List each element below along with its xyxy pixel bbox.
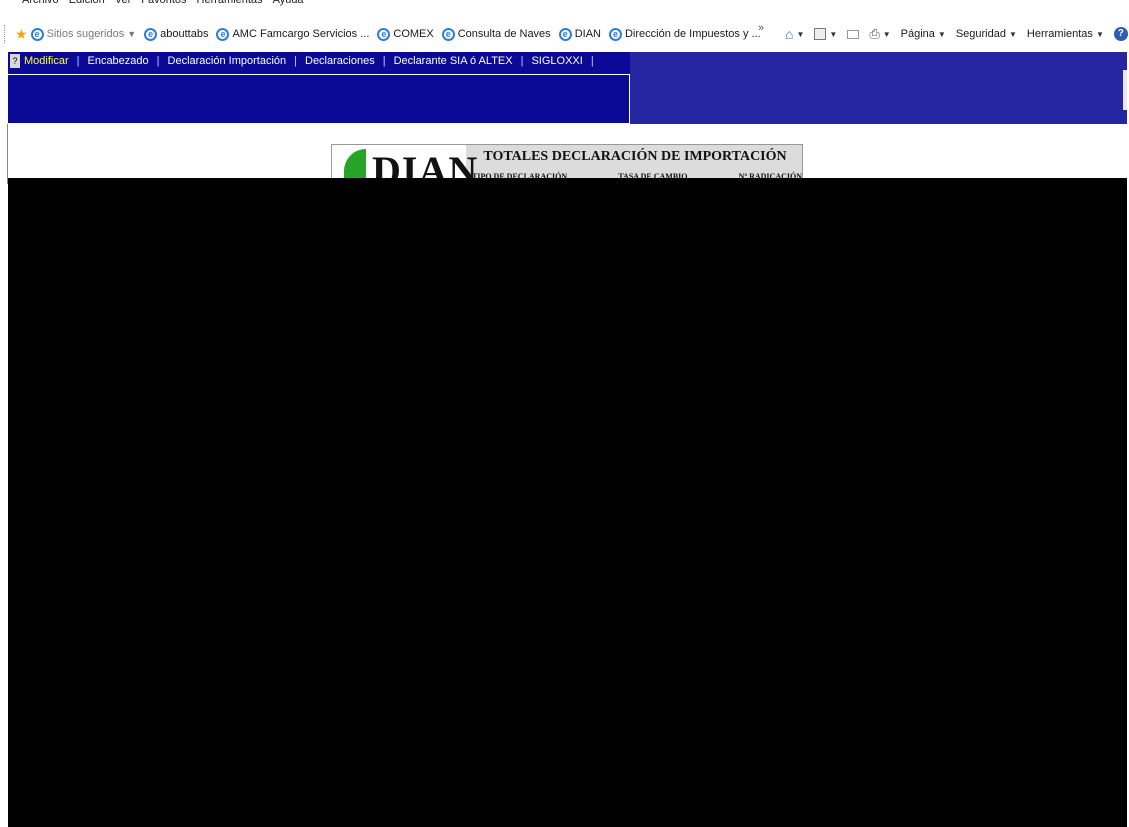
ie-icon: e [441, 27, 455, 41]
nav-separator: | [294, 55, 297, 67]
fav-label: COMEX [393, 28, 434, 40]
nav-panel: ? Modificar | Encabezado | Declaración I… [8, 52, 630, 124]
mail-icon [847, 29, 860, 39]
page-menu-label: Página [900, 28, 935, 40]
print-button[interactable]: ⎙ ▼ [869, 26, 890, 42]
scroll-edge [1123, 70, 1127, 110]
ie-icon: e [608, 27, 622, 41]
fav-abouttabs[interactable]: e abouttabs [144, 27, 209, 41]
menu-edicion[interactable]: Edición [69, 0, 105, 10]
fav-label: Dirección de Impuestos y ... [624, 28, 761, 40]
app-navigation: ? Modificar | Encabezado | Declaración I… [8, 52, 1127, 124]
chevron-down-icon: ▼ [127, 29, 137, 39]
menu-favoritos[interactable]: Favoritos [141, 0, 186, 10]
tools-menu[interactable]: Herramientas ▼ [1027, 28, 1104, 40]
nav-separator: | [520, 55, 524, 67]
help-box[interactable]: ? [10, 54, 20, 68]
page-border [7, 124, 8, 184]
nav-item-declaracion-importacion[interactable]: Declaración Importación [168, 55, 287, 67]
fav-label: DIAN [574, 28, 601, 40]
page-menu[interactable]: Página ▼ [901, 28, 946, 40]
ie-icon: e [216, 27, 230, 41]
security-menu[interactable]: Seguridad ▼ [956, 28, 1017, 40]
command-bar: ⌂ ▼ ▼ ⎙ ▼ Página ▼ Seguridad ▼ Herramientas ▼… [785, 22, 1129, 46]
fav-consulta-naves[interactable]: e Consulta de Naves [441, 27, 551, 41]
feeds-button[interactable]: ▼ [814, 28, 837, 40]
feed-icon [814, 28, 827, 40]
favorites-bar: ★ e Sitios sugeridos ▼ e abouttabs e AMC… [0, 22, 1129, 46]
chevron-down-icon: ▼ [1008, 29, 1017, 39]
chevron-down-icon: ▼ [829, 29, 838, 39]
nav-item-encabezado[interactable]: Encabezado [87, 55, 148, 67]
nav-item-modificar[interactable]: Modificar [24, 55, 69, 67]
nav-separator: | [382, 55, 386, 67]
nav-item-declarante[interactable]: Declarante SIA ó ALTEX [394, 55, 513, 67]
chevron-down-icon: ▼ [796, 29, 805, 39]
menu-archivo[interactable]: Archivo [22, 0, 59, 10]
nav-item-sigloxxi[interactable]: SIGLOXXI [531, 55, 582, 67]
chevron-down-icon: ▼ [937, 29, 946, 39]
nav-separator: | [590, 55, 594, 67]
tools-menu-label: Herramientas [1026, 28, 1093, 40]
chevron-down-icon: ▼ [1095, 29, 1104, 39]
nav-separator: | [156, 55, 160, 67]
fav-label: Consulta de Naves [457, 28, 551, 40]
fav-label: abouttabs [160, 28, 209, 40]
ie-icon: e [558, 27, 572, 41]
ie-icon: e [377, 27, 391, 41]
fav-label: Sitios sugeridos [46, 28, 125, 40]
toolbar-grip [4, 25, 7, 43]
chevron-down-icon: ▼ [882, 29, 891, 39]
security-menu-label: Seguridad [955, 28, 1006, 40]
fav-comex[interactable]: e COMEX [377, 27, 434, 41]
help-button[interactable]: ?▼ [1113, 27, 1129, 41]
home-icon: ⌂ [785, 26, 794, 42]
fav-direccion-impuestos[interactable]: e Dirección de Impuestos y ... [608, 27, 761, 41]
ie-icon: e [30, 27, 44, 41]
menu-herramientas[interactable]: Herramientas [197, 0, 263, 10]
print-icon: ⎙ [869, 26, 880, 41]
menu-ayuda[interactable]: Ayuda [273, 0, 304, 10]
fav-amc-famcargo[interactable]: e AMC Famcargo Servicios ... [216, 27, 370, 41]
page-title: TOTALES DECLARACIÓN DE IMPORTACIÓN [483, 149, 787, 164]
fav-dian[interactable]: e DIAN [558, 27, 601, 41]
fav-label: AMC Famcargo Servicios ... [232, 28, 370, 40]
redacted-area [8, 178, 1127, 827]
favorites-overflow-button[interactable]: » [758, 22, 764, 34]
menu-bar: Archivo Edición Ver Favoritos Herramient… [0, 0, 1129, 10]
nav-row: ? Modificar | Encabezado | Declaración I… [8, 52, 602, 70]
mail-button[interactable] [847, 29, 860, 39]
nav-separator: | [76, 55, 80, 67]
nav-item-declaraciones[interactable]: Declaraciones [305, 55, 375, 67]
ie-icon: e [144, 27, 158, 41]
home-button[interactable]: ⌂ ▼ [785, 26, 804, 42]
menu-ver[interactable]: Ver [115, 0, 132, 10]
nav-submenu-panel [8, 74, 630, 124]
fav-suggested-sites[interactable]: e Sitios sugeridos ▼ [30, 27, 137, 41]
favorites-star-icon[interactable]: ★ [15, 26, 28, 43]
help-icon: ? [1113, 27, 1128, 41]
